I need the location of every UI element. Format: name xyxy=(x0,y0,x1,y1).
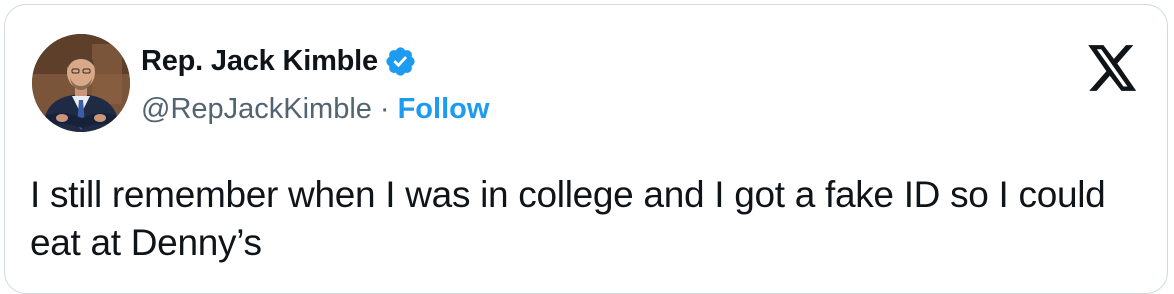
avatar[interactable] xyxy=(32,34,130,132)
author-display-name[interactable]: Rep. Jack Kimble xyxy=(141,45,378,78)
tweet-text: I still remember when I was in college a… xyxy=(30,174,1106,263)
verified-badge-icon xyxy=(384,45,417,78)
author-handle[interactable]: @RepJackKimble xyxy=(141,93,372,126)
author-name-row: Rep. Jack Kimble xyxy=(141,43,417,79)
x-logo-icon[interactable] xyxy=(1088,45,1138,91)
follow-button[interactable]: Follow xyxy=(398,93,490,126)
avatar-photo xyxy=(32,34,130,132)
tweet-card[interactable]: Rep. Jack Kimble @RepJackKimble · Follow… xyxy=(4,4,1168,294)
separator-dot: · xyxy=(379,92,390,125)
author-handle-row: @RepJackKimble · Follow xyxy=(141,91,489,127)
